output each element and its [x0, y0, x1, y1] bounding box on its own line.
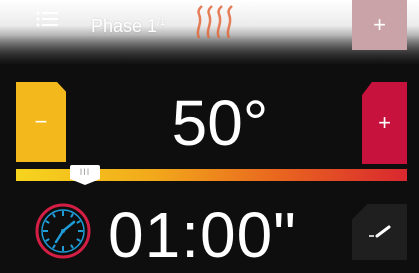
- edit-time-button[interactable]: [352, 204, 407, 260]
- temperature-value: 50°: [171, 87, 269, 159]
- add-phase-button[interactable]: +: [352, 0, 407, 50]
- temperature-slider-handle[interactable]: III: [70, 165, 100, 185]
- increase-temperature-label: +: [378, 110, 391, 135]
- phase-label: Phase 1/1: [91, 16, 165, 37]
- time-value: 01:00": [108, 199, 297, 271]
- decrease-temperature-label: −: [34, 109, 48, 134]
- hamburger-menu-icon[interactable]: [36, 10, 60, 28]
- add-phase-label: +: [373, 12, 386, 37]
- clock-icon: [35, 203, 91, 259]
- decrease-temperature-button[interactable]: −: [16, 82, 66, 162]
- temperature-slider[interactable]: III: [16, 165, 407, 185]
- phase-count: /1: [157, 17, 166, 28]
- slider-handle-grip: III: [79, 167, 91, 177]
- temperature-row: − 50° +: [0, 82, 419, 170]
- top-bar: Phase 1/1 +: [0, 0, 419, 64]
- increase-temperature-button[interactable]: +: [362, 82, 407, 164]
- edit-pencil-icon: [368, 225, 390, 238]
- time-row: 01:00": [0, 198, 419, 271]
- phase-name: Phase 1: [91, 16, 158, 36]
- heat-waves-icon: [196, 5, 233, 39]
